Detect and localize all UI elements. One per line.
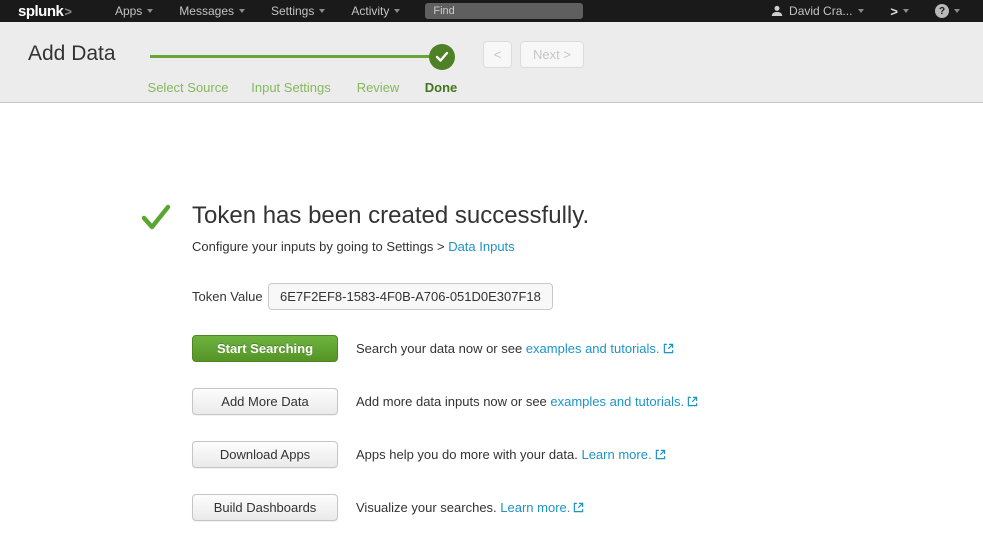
- user-name: David Cra...: [789, 4, 852, 18]
- data-inputs-link[interactable]: Data Inputs: [448, 239, 515, 254]
- action-description: Add more data inputs now or see: [356, 394, 550, 409]
- step-input-settings[interactable]: Input Settings: [251, 80, 331, 95]
- success-subtext: Configure your inputs by going to Settin…: [192, 239, 983, 254]
- action-text: Visualize your searches. Learn more.: [356, 500, 584, 516]
- step-done: Done: [425, 80, 458, 95]
- action-text: Add more data inputs now or see examples…: [356, 394, 698, 410]
- external-link-icon: [573, 501, 584, 516]
- chevron-down-icon: [903, 9, 909, 13]
- arrow-menu-label: >: [890, 4, 898, 19]
- token-value-field[interactable]: 6E7F2EF8-1583-4F0B-A706-051D0E307F18: [268, 283, 553, 310]
- top-navigation-bar: splunk > Apps Messages Settings Activity: [0, 0, 983, 22]
- wizard-stepper: Select Source Input Settings Review Done: [150, 44, 455, 100]
- learn-more-link[interactable]: Learn more.: [581, 447, 651, 462]
- action-row-start-searching: Start Searching Search your data now or …: [192, 335, 983, 362]
- prev-button[interactable]: <: [483, 41, 512, 68]
- action-text: Search your data now or see examples and…: [356, 341, 674, 357]
- external-link-icon: [663, 342, 674, 357]
- action-row-build-dashboards: Build Dashboards Visualize your searches…: [192, 494, 983, 521]
- stepper-progress-line: [150, 55, 442, 58]
- examples-tutorials-link[interactable]: examples and tutorials.: [526, 341, 660, 356]
- chevron-down-icon: [239, 9, 245, 13]
- start-searching-button[interactable]: Start Searching: [192, 335, 338, 362]
- action-text: Apps help you do more with your data. Le…: [356, 447, 666, 463]
- action-description: Visualize your searches.: [356, 500, 500, 515]
- splunk-logo-text: splunk: [18, 3, 63, 20]
- page-title: Add Data: [28, 42, 116, 66]
- splunk-logo[interactable]: splunk >: [18, 3, 72, 20]
- external-link-icon: [655, 448, 666, 463]
- page-header: Add Data Select Source Input Settings Re…: [0, 22, 983, 103]
- prev-next-group: < Next >: [483, 41, 584, 68]
- splunk-logo-caret: >: [64, 4, 72, 19]
- chevron-down-icon: [147, 9, 153, 13]
- menu-settings[interactable]: Settings: [258, 0, 338, 22]
- chevron-down-icon: [954, 9, 960, 13]
- build-dashboards-button[interactable]: Build Dashboards: [192, 494, 338, 521]
- step-select-source[interactable]: Select Source: [148, 80, 229, 95]
- menu-messages-label: Messages: [179, 4, 234, 18]
- action-row-add-more-data: Add More Data Add more data inputs now o…: [192, 388, 983, 415]
- menu-activity-label: Activity: [351, 4, 389, 18]
- action-description: Apps help you do more with your data.: [356, 447, 581, 462]
- main-content: Token has been created successfully. Con…: [0, 103, 983, 521]
- external-link-icon: [687, 395, 698, 410]
- chevron-down-icon: [319, 9, 325, 13]
- find-search-input[interactable]: [425, 3, 583, 19]
- action-description: Search your data now or see: [356, 341, 526, 356]
- help-icon: ?: [935, 4, 949, 18]
- menu-apps-label: Apps: [115, 4, 142, 18]
- learn-more-link[interactable]: Learn more.: [500, 500, 570, 515]
- find-search-wrap: [425, 3, 583, 19]
- download-apps-button[interactable]: Download Apps: [192, 441, 338, 468]
- step-done-check-icon: [429, 44, 455, 70]
- next-button[interactable]: Next >: [520, 41, 584, 68]
- chevron-down-icon: [858, 9, 864, 13]
- person-icon: [771, 5, 783, 17]
- token-row: Token Value 6E7F2EF8-1583-4F0B-A706-051D…: [192, 283, 983, 310]
- menu-activity[interactable]: Activity: [338, 0, 413, 22]
- arrow-menu[interactable]: >: [877, 0, 922, 22]
- success-check-icon: [141, 203, 171, 236]
- help-menu[interactable]: ?: [922, 0, 973, 22]
- add-more-data-button[interactable]: Add More Data: [192, 388, 338, 415]
- user-menu[interactable]: David Cra...: [758, 0, 877, 22]
- splunk-app-window: splunk > Apps Messages Settings Activity: [0, 0, 983, 539]
- action-row-download-apps: Download Apps Apps help you do more with…: [192, 441, 983, 468]
- menu-settings-label: Settings: [271, 4, 314, 18]
- chevron-down-icon: [394, 9, 400, 13]
- topbar-right-group: David Cra... > ?: [758, 0, 983, 22]
- subtext-prefix: Configure your inputs by going to Settin…: [192, 239, 448, 254]
- token-value-label: Token Value: [192, 289, 268, 304]
- examples-tutorials-link[interactable]: examples and tutorials.: [550, 394, 684, 409]
- menu-apps[interactable]: Apps: [102, 0, 166, 22]
- menu-messages[interactable]: Messages: [166, 0, 258, 22]
- success-headline: Token has been created successfully.: [192, 202, 983, 230]
- step-review[interactable]: Review: [357, 80, 400, 95]
